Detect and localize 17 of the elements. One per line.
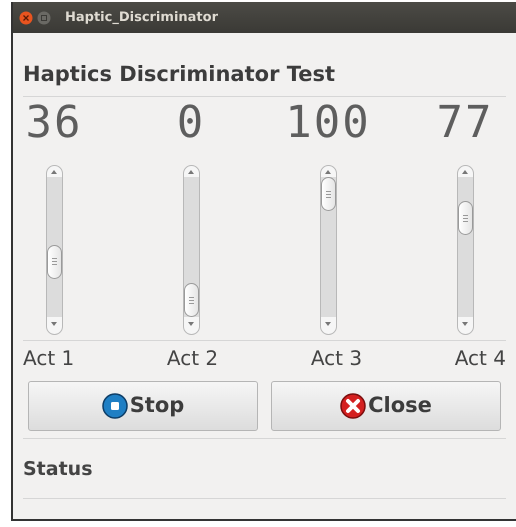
stop-button[interactable]: Stop — [28, 381, 258, 431]
window-title: Haptic_Discriminator — [65, 8, 218, 27]
minimize-window-icon[interactable] — [37, 10, 51, 24]
actuator-label: Act 2 — [166, 345, 218, 371]
lcd-reading: 77 — [436, 97, 494, 149]
actuator-label: Act 1 — [23, 345, 74, 371]
close-window-icon[interactable] — [19, 10, 33, 24]
lcd-reading: 100 — [285, 97, 371, 149]
lcd-reading: 36 — [26, 97, 82, 149]
lcd-reading: 0 — [176, 97, 206, 149]
close-icon — [340, 393, 366, 419]
status-label: Status — [23, 457, 94, 481]
stop-icon — [102, 393, 128, 419]
actuator-label: Act 3 — [310, 345, 362, 371]
close-button[interactable]: Close — [271, 381, 501, 431]
heading: Haptics Discriminator Test — [23, 61, 336, 88]
actuator-label: Act 4 — [454, 345, 506, 371]
